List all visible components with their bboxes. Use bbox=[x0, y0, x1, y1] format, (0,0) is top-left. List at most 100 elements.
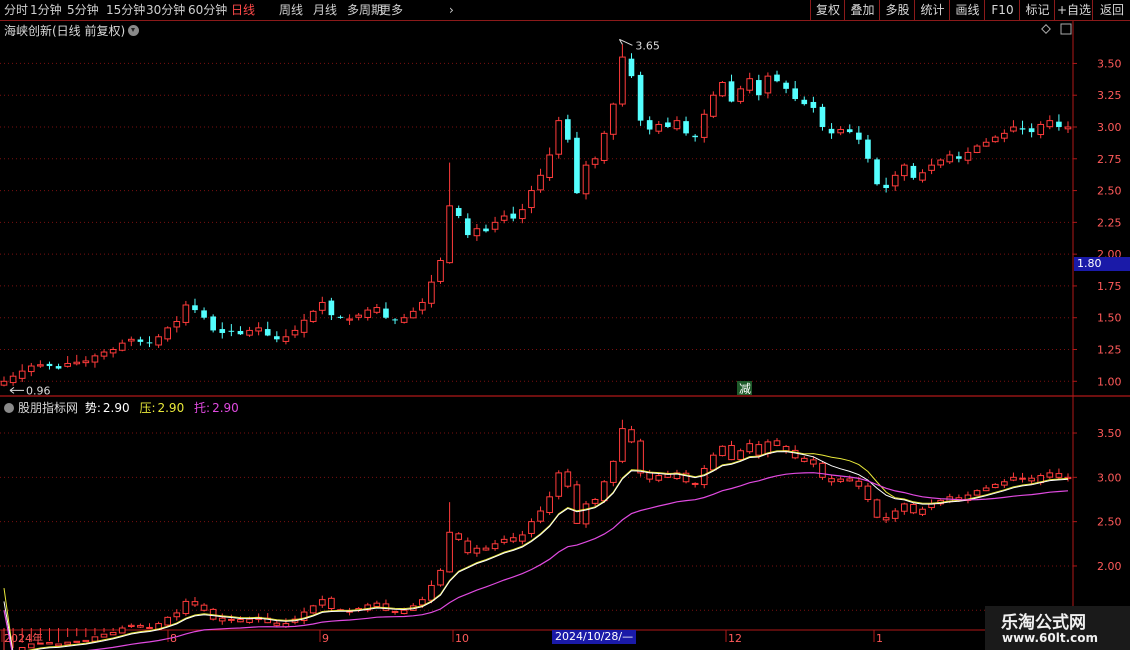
ind-candle-body-22 bbox=[200, 604, 208, 611]
toolbar-button-5[interactable]: F10 bbox=[984, 0, 1020, 20]
ind-candle-body-68 bbox=[619, 428, 626, 462]
candle-body-85 bbox=[774, 74, 780, 82]
candle-body-90 bbox=[819, 106, 826, 127]
period-tab-1[interactable]: 1分钟 bbox=[30, 2, 62, 18]
ind-candle-body-115 bbox=[1046, 472, 1054, 478]
period-tab-3[interactable]: 15分钟 bbox=[106, 2, 145, 18]
main-y-tick-0: 3.50 bbox=[1097, 57, 1122, 70]
period-tab-4[interactable]: 30分钟 bbox=[146, 2, 185, 18]
low-label: 0.96 bbox=[26, 384, 51, 397]
ind-candle-body-116 bbox=[1055, 473, 1063, 478]
ind-candle-body-101 bbox=[919, 508, 926, 515]
candle-body-3 bbox=[27, 365, 35, 373]
period-tab-8[interactable]: 月线 bbox=[313, 2, 337, 18]
period-tab-5[interactable]: 60分钟 bbox=[188, 2, 227, 18]
candle-body-2 bbox=[18, 370, 26, 379]
candle-body-92 bbox=[837, 129, 844, 134]
ind-candle-body-90 bbox=[819, 462, 826, 478]
ind-candle-body-36 bbox=[328, 597, 335, 610]
candle-body-31 bbox=[282, 336, 290, 342]
more-chevron-icon[interactable]: › bbox=[449, 2, 454, 18]
ind-candle-body-51 bbox=[464, 540, 472, 554]
candle-body-30 bbox=[274, 336, 280, 340]
toolbar-button-3[interactable]: 统计 bbox=[914, 0, 950, 20]
ind-candle-body-34 bbox=[309, 605, 317, 614]
candle-body-106 bbox=[964, 151, 972, 161]
ind-candle-body-6 bbox=[55, 643, 62, 647]
ind-candle-body-65 bbox=[591, 498, 599, 504]
candle-body-112 bbox=[1019, 128, 1026, 130]
candle-body-107 bbox=[973, 145, 981, 153]
ind-y-tick-2: 2.50 bbox=[1097, 516, 1122, 529]
ind-candle-body-46 bbox=[419, 599, 426, 606]
candle-body-27 bbox=[246, 329, 253, 336]
main-chart-title: 海峡创新(日线 前复权) bbox=[4, 22, 140, 39]
ind-candle-body-85 bbox=[773, 440, 781, 446]
indicator-menu-icon[interactable] bbox=[4, 403, 14, 413]
period-tab-7[interactable]: 周线 bbox=[279, 2, 303, 18]
toolbar-button-1[interactable]: 叠加 bbox=[844, 0, 880, 20]
period-tab-9[interactable]: 多周期 bbox=[347, 2, 383, 18]
period-tab-0[interactable]: 分时 bbox=[4, 2, 28, 18]
candle-body-11 bbox=[100, 351, 108, 357]
ind-candle-body-62 bbox=[564, 471, 572, 487]
toolbar-button-6[interactable]: 标记 bbox=[1019, 0, 1055, 20]
high-label: 3.65 bbox=[635, 39, 660, 52]
period-tab-10[interactable]: 更多 bbox=[379, 2, 403, 18]
candle-body-55 bbox=[500, 215, 508, 221]
ind-candle-body-5 bbox=[46, 641, 53, 645]
ind-candle-body-71 bbox=[646, 472, 653, 480]
ind-candle-body-93 bbox=[846, 478, 854, 482]
ind-candle-body-13 bbox=[118, 627, 126, 634]
candle-body-26 bbox=[237, 330, 244, 335]
tuo-value: 2.90 bbox=[212, 401, 239, 415]
toolbar-button-0[interactable]: 复权 bbox=[810, 0, 845, 20]
candle-body-104 bbox=[946, 154, 954, 163]
period-tab-2[interactable]: 5分钟 bbox=[67, 2, 99, 18]
candle-body-37 bbox=[337, 316, 344, 318]
candle-body-14 bbox=[127, 338, 135, 342]
kline-chart-svg[interactable]: 3.50 3.25 3.00 2.75 2.50 2.25 2.00 1.75 1.50 1.25… bbox=[0, 0, 1130, 650]
candle-body-42 bbox=[383, 308, 389, 318]
candle-body-116 bbox=[1056, 121, 1062, 127]
candle-body-60 bbox=[546, 154, 553, 178]
ind-candle-body-84 bbox=[764, 441, 772, 455]
ind-candle-body-4 bbox=[37, 642, 44, 645]
period-tab-6[interactable]: 日线 bbox=[231, 2, 255, 18]
ind-candle-body-112 bbox=[1019, 477, 1026, 480]
ind-candle-body-91 bbox=[828, 478, 835, 483]
signal-label: 减 bbox=[739, 382, 751, 396]
candle-body-15 bbox=[137, 339, 144, 342]
ind-candle-body-108 bbox=[982, 487, 990, 492]
diamond-icon bbox=[1041, 24, 1051, 34]
current-price-tag: 1.80 bbox=[1074, 257, 1130, 271]
main-y-tick-9: 1.25 bbox=[1097, 344, 1122, 357]
ind-candle-body-49 bbox=[446, 531, 453, 573]
ind-candle-body-89 bbox=[810, 459, 817, 465]
candle-body-77 bbox=[700, 113, 708, 138]
candle-body-84 bbox=[764, 75, 772, 94]
shi-label: 势: bbox=[84, 401, 101, 415]
ind-candle-body-92 bbox=[837, 478, 844, 482]
main-y-tick-4: 2.50 bbox=[1097, 185, 1122, 198]
candle-body-51 bbox=[464, 218, 471, 236]
toolbar-button-4[interactable]: 画线 bbox=[949, 0, 985, 20]
main-y-tick-1: 3.25 bbox=[1097, 89, 1122, 102]
ind-candle-body-70 bbox=[637, 440, 644, 474]
ind-candle-body-14 bbox=[127, 624, 135, 627]
candle-body-73 bbox=[665, 122, 671, 127]
ind-candle-body-100 bbox=[910, 503, 917, 514]
candle-body-93 bbox=[846, 129, 853, 133]
chevron-down-icon[interactable] bbox=[128, 25, 140, 36]
candle-body-78 bbox=[710, 94, 717, 117]
x-label-5: 12 bbox=[728, 632, 742, 645]
ind-candle-body-8 bbox=[73, 640, 81, 643]
ind-candle-body-64 bbox=[582, 503, 590, 525]
toolbar-button-2[interactable]: 多股 bbox=[879, 0, 915, 20]
candle-body-100 bbox=[910, 165, 917, 178]
toolbar-button-7[interactable]: +自选 bbox=[1054, 0, 1093, 20]
toolbar-button-8[interactable]: 返回 bbox=[1092, 0, 1130, 20]
main-y-tick-8: 1.50 bbox=[1097, 312, 1122, 325]
candle-body-17 bbox=[155, 336, 162, 346]
candle-body-62 bbox=[565, 119, 571, 140]
